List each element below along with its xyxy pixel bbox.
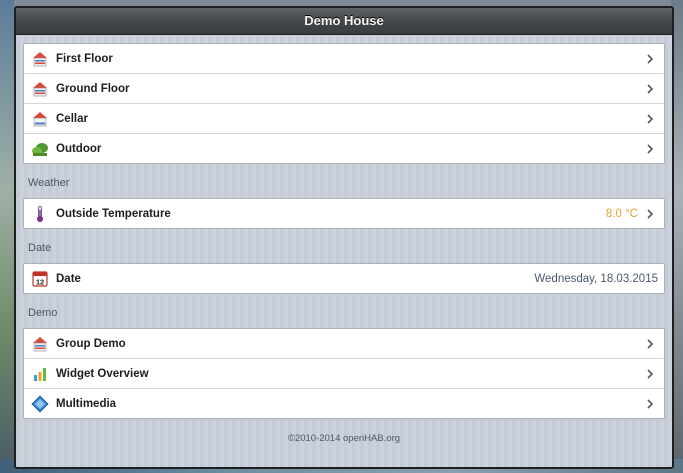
item-label: Ground Floor <box>56 82 130 95</box>
chevron-right-icon <box>646 338 658 349</box>
chevron-right-icon <box>646 83 658 94</box>
list-item-cellar[interactable]: Cellar <box>24 104 664 134</box>
item-label: Group Demo <box>56 337 126 350</box>
item-label: First Floor <box>56 52 113 65</box>
house-icon <box>31 50 49 68</box>
svg-text:12: 12 <box>36 277 44 286</box>
main-list: First Floor Ground Floor Cellar Outdoor <box>23 43 665 164</box>
app-window: Demo House First Floor Ground Floor Cell… <box>14 6 674 469</box>
list-item-outside-temperature[interactable]: Outside Temperature 8.0 °C <box>24 199 664 228</box>
list-item-multimedia[interactable]: Multimedia <box>24 389 664 418</box>
weather-list: Outside Temperature 8.0 °C <box>23 198 665 229</box>
chevron-right-icon <box>646 113 658 124</box>
date-value: Wednesday, 18.03.2015 <box>534 272 658 285</box>
thermometer-icon <box>31 205 49 223</box>
section-title-weather: Weather <box>28 177 70 189</box>
footer-copyright: ©2010-2014 openHAB.org <box>287 433 401 444</box>
item-label: Widget Overview <box>56 367 149 380</box>
item-label: Multimedia <box>56 397 117 410</box>
list-item-outdoor[interactable]: Outdoor <box>24 134 664 163</box>
calendar-icon: 12 <box>31 270 49 288</box>
section-title-date: Date <box>28 242 52 254</box>
chevron-right-icon <box>646 368 658 379</box>
chevron-right-icon <box>646 143 658 154</box>
item-label: Outside Temperature <box>56 207 171 220</box>
house-icon <box>31 80 49 98</box>
date-list: 12 Date Wednesday, 18.03.2015 <box>23 263 665 294</box>
item-label: Outdoor <box>56 142 102 155</box>
main-content: First Floor Ground Floor Cellar Outdoor … <box>16 35 672 444</box>
item-label: Date <box>56 272 81 285</box>
background-left <box>0 0 14 473</box>
list-item-ground-floor[interactable]: Ground Floor <box>24 74 664 104</box>
list-item-group-demo[interactable]: Group Demo <box>24 329 664 359</box>
chevron-right-icon <box>646 53 658 64</box>
house-icon <box>31 110 49 128</box>
media-icon <box>31 394 49 413</box>
section-title-demo: Demo <box>28 307 58 319</box>
list-item-widget-overview[interactable]: Widget Overview <box>24 359 664 389</box>
chevron-right-icon <box>646 398 658 409</box>
demo-list: Group Demo Widget Overview Multimedia <box>23 328 665 419</box>
page-title: Demo House <box>16 8 672 35</box>
temperature-value: 8.0 °C <box>605 207 638 220</box>
list-item-first-floor[interactable]: First Floor <box>24 44 664 74</box>
chevron-right-icon <box>646 208 658 219</box>
item-label: Cellar <box>56 112 88 125</box>
bar-chart-icon <box>31 365 49 383</box>
house-icon <box>31 335 49 353</box>
garden-icon <box>31 140 49 158</box>
list-item-date: 12 Date Wednesday, 18.03.2015 <box>24 264 664 293</box>
